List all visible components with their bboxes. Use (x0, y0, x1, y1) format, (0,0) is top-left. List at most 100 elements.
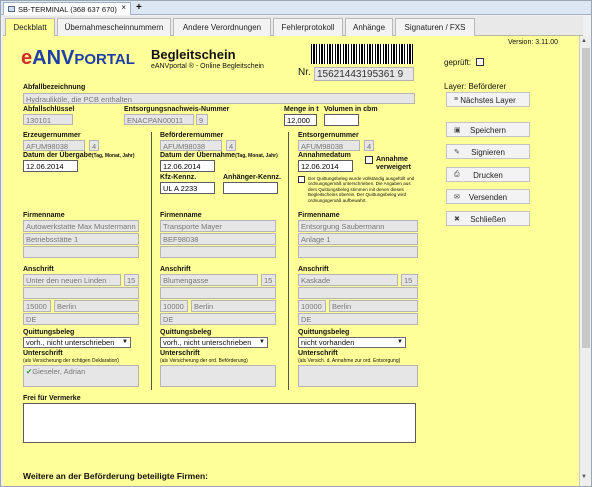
erzeuger-ort: Berlin (54, 300, 139, 312)
erzeuger-quittung-select[interactable]: vorh., nicht unterschrieben ▼ (23, 337, 131, 348)
column-divider (288, 132, 289, 390)
annahmedatum-label: Annahmedatum (298, 152, 351, 159)
nachweis-field: ENACPAN00011 (124, 114, 194, 125)
layer-icon: ≡ (454, 96, 459, 103)
sign-button[interactable]: ✎ Signieren (446, 144, 530, 159)
printer-icon: ⎙ (454, 171, 460, 178)
befoerderer-firmenname-label: Firmenname (160, 212, 202, 219)
annahmedatum-input[interactable]: 12.06.2014 (298, 160, 353, 172)
annahme-verweigert-checkbox[interactable] (365, 156, 373, 164)
weitere-firmen-heading: Weitere an der Beförderung beteiligte Fi… (23, 471, 208, 481)
scroll-down-icon[interactable]: ▼ (581, 474, 587, 480)
mail-icon: ✉ (454, 194, 460, 201)
datum-uebernahme-input[interactable]: 12.06.2014 (160, 160, 215, 172)
entsorger-plz: 10000 (298, 300, 326, 312)
version-label: Version: 3.11.00 (508, 39, 559, 46)
close-icon: ✖ (454, 216, 460, 223)
column-divider (151, 132, 152, 390)
entsorgernummer-label: Entsorgernummer (298, 132, 359, 139)
befoerderernummer-suffix: 4 (226, 140, 236, 151)
befoerderer-quittung-select[interactable]: vorh., nicht unterschrieben ▼ (160, 337, 268, 348)
tab-deckblatt[interactable]: Deckblatt (5, 18, 55, 37)
erzeuger-firmenname-label: Firmenname (23, 212, 65, 219)
volumen-input[interactable] (324, 114, 359, 126)
entsorger-quittung-select[interactable]: nicht vorhanden ▼ (298, 337, 406, 348)
menge-input[interactable]: 12,000 (284, 114, 317, 126)
tab-bar: Deckblatt Übernahmescheinnummern Andere … (3, 16, 583, 37)
entsorger-firma2: Anlage 1 (298, 233, 418, 245)
abfallbezeichnung-field: Hydrauliköle, die PCB enthalten (23, 93, 415, 104)
befoerderer-unterschrift-hint: (als Versicherung der ord. Beförderung) (160, 358, 248, 364)
erzeuger-unterschrift-hint: (als Versicherung der richtigen Deklarat… (23, 358, 119, 364)
add-tab-icon[interactable]: + (136, 2, 142, 13)
page-subtitle: eANVportal ® - Online Begleitschein (151, 63, 264, 70)
geprueft-label: geprüft: (444, 58, 472, 67)
send-button[interactable]: ✉ Versenden (446, 189, 530, 204)
kfz-input[interactable]: UL A 2233 (160, 182, 215, 194)
befoerderer-ort: Berlin (191, 300, 276, 312)
befoerderer-strasse: Blumengasse (160, 274, 258, 286)
pen-icon: ✎ (454, 149, 460, 156)
layer-label: Layer: Beförderer (444, 82, 507, 91)
befoerderer-anschrift-label: Anschrift (160, 266, 191, 273)
anhaenger-input[interactable] (223, 182, 278, 194)
entsorger-firma1: Entsorgung Saubermann (298, 220, 418, 232)
scroll-thumb[interactable] (582, 48, 590, 348)
anhaenger-label: Anhänger-Kennz. (223, 174, 281, 181)
nr-label: Nr. (298, 67, 311, 78)
entsorger-firmenname-label: Firmenname (298, 212, 340, 219)
befoerderernummer-field: AFUM98038 (160, 140, 222, 151)
befoerderer-hausnr: 15 (261, 274, 276, 286)
window-tab[interactable]: SB-TERMINAL (368 637 670) × (3, 2, 131, 15)
tab-signaturen[interactable]: Signaturen / FXS (395, 18, 475, 36)
tab-anhaenge[interactable]: Anhänge (345, 18, 393, 36)
geprueft-checkbox[interactable] (476, 58, 484, 66)
abfallbezeichnung-label: Abfallbezeichnung (23, 84, 86, 91)
erzeuger-anschrift-label: Anschrift (23, 266, 54, 273)
erzeuger-strasse: Unter den neuen Linden (23, 274, 121, 286)
erzeuger-unterschrift-label: Unterschrift (23, 350, 63, 357)
close-button[interactable]: ✖ Schließen (446, 211, 530, 226)
tab-fehlerprotokoll[interactable]: Fehlerprotokoll (273, 18, 343, 36)
scroll-up-icon[interactable]: ▲ (581, 38, 587, 44)
entsorger-unterschrift-label: Unterschrift (298, 350, 338, 357)
erzeuger-quittung-label: Quittungsbeleg (23, 329, 75, 336)
volumen-label: Volumen in cbm (324, 106, 378, 113)
entsorger-adresszusatz (298, 287, 418, 299)
befoerderer-firma3 (160, 246, 276, 258)
quittung-confirm-checkbox[interactable] (298, 176, 305, 183)
befoerderer-adresszusatz (160, 287, 276, 299)
chevron-down-icon: ▼ (122, 339, 128, 345)
menge-label: Menge in t (284, 106, 319, 113)
entsorger-hausnr: 15 (401, 274, 418, 286)
befoerderer-plz: 10000 (160, 300, 188, 312)
erzeuger-firma3 (23, 246, 139, 258)
app-window: SB-TERMINAL (368 637 670) × + Deckblatt … (0, 0, 592, 487)
befoerderer-unterschrift-field (160, 365, 276, 387)
tab-uebernahmescheinnummern[interactable]: Übernahmescheinnummern (57, 18, 171, 36)
datum-uebergabe-label: Datum der Übergabe(Tag, Monat, Jahr) (23, 152, 135, 159)
tab-andere-verordnungen[interactable]: Andere Verordnungen (173, 18, 271, 36)
erzeuger-adresszusatz (23, 287, 139, 299)
erzeuger-hausnr: 15 (124, 274, 139, 286)
entsorger-strasse: Kaskade (298, 274, 398, 286)
datum-uebergabe-input[interactable]: 12.06.2014 (23, 160, 78, 172)
close-tab-icon[interactable]: × (121, 3, 126, 12)
entsorger-quittung-label: Quittungsbeleg (298, 329, 350, 336)
quittung-hinweis: Der Quittungsbeleg wurde vollständig aus… (308, 176, 415, 203)
next-layer-button[interactable]: ≡ Nächstes Layer (446, 92, 530, 107)
vertical-scrollbar[interactable]: ▲ ▼ (579, 36, 591, 486)
save-button[interactable]: ▣ Speichern (446, 122, 530, 137)
print-button[interactable]: ⎙ Drucken (446, 167, 530, 182)
vermerke-textarea[interactable] (23, 403, 416, 443)
erzeugernummer-field: AFUM98038 (23, 140, 85, 151)
entsorger-land: DE (298, 313, 418, 325)
window-title: SB-TERMINAL (368 637 670) (18, 5, 117, 14)
erzeuger-plz: 15000 (23, 300, 51, 312)
nachweis-label: Entsorgungsnachweis-Nummer (124, 106, 230, 113)
befoerderer-firma2: BEF98038 (160, 233, 276, 245)
erzeugernummer-suffix: 4 (89, 140, 99, 151)
title-bar: SB-TERMINAL (368 637 670) × + (1, 1, 591, 15)
save-icon: ▣ (454, 127, 461, 134)
befoerderer-unterschrift-label: Unterschrift (160, 350, 200, 357)
